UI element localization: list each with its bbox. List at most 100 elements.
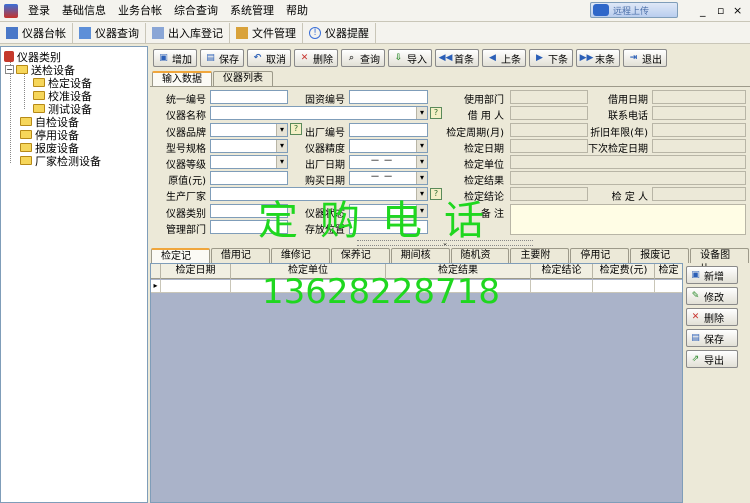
remark-field[interactable] — [510, 204, 746, 235]
label-brand: 仪器品牌 — [166, 128, 206, 139]
exit-button[interactable]: ⇥ 退出 — [623, 49, 667, 67]
tab-repair-records[interactable]: 维修记录 — [270, 248, 330, 275]
module-instrument-ledger[interactable]: 仪器台帐 — [0, 22, 73, 43]
prev-button-label: 上条 — [501, 54, 521, 66]
model-select[interactable] — [210, 139, 288, 153]
delete-button-label: 删除 — [313, 54, 333, 66]
tab-borrow-records[interactable]: 借用记录 — [210, 248, 270, 275]
add-button[interactable]: ▣ 增加 — [153, 49, 197, 67]
label-precision: 仪器精度 — [305, 144, 345, 155]
pick-name-icon[interactable]: ? — [430, 107, 442, 119]
prev-icon: ◀ — [489, 53, 496, 63]
factory-date-input[interactable]: － － — [349, 155, 428, 169]
menu-login[interactable]: 登录 — [22, 0, 56, 22]
table-cell[interactable] — [161, 280, 231, 293]
tab-maintenance-records[interactable]: 保养记录 — [330, 248, 390, 275]
first-record-button[interactable]: ◀◀ 首条 — [435, 49, 479, 67]
borrow-date-field[interactable] — [652, 90, 746, 104]
col-cal-more[interactable]: 检定 — [655, 264, 682, 279]
tab-period-check[interactable]: 期间核查 — [390, 248, 450, 275]
label-borrow-date: 借用日期 — [608, 95, 648, 106]
inspector-field[interactable] — [652, 187, 746, 201]
cal-date-field[interactable] — [510, 139, 588, 153]
menu-system[interactable]: 系统管理 — [224, 0, 280, 22]
label-grade: 仪器等级 — [166, 160, 206, 171]
table-cell[interactable] — [655, 280, 682, 293]
depreciation-field[interactable] — [652, 123, 746, 137]
tab-accessories[interactable]: 主要附件 — [510, 248, 570, 275]
tab-device-images[interactable]: 设备图片 — [690, 248, 750, 275]
reminder-icon: ! — [309, 26, 321, 39]
col-cal-fee[interactable]: 检定费(元) — [593, 264, 655, 279]
module-instrument-reminder[interactable]: ! 仪器提醒 — [303, 22, 376, 43]
col-cal-conclusion[interactable]: 检定结论 — [531, 264, 593, 279]
cancel-button-label: 取消 — [266, 54, 286, 66]
export-icon: ⇗ — [691, 354, 700, 364]
cal-result-field[interactable] — [510, 171, 746, 185]
tab-attached-docs[interactable]: 随机资料 — [450, 248, 510, 275]
precision-select[interactable] — [349, 139, 428, 153]
grid-edit-button[interactable]: ✎ 修改 — [686, 287, 738, 305]
next-record-button[interactable]: ▶ 下条 — [529, 49, 573, 67]
menu-business-ledger[interactable]: 业务台帐 — [112, 0, 168, 22]
register-icon — [152, 26, 164, 39]
cal-unit-field[interactable] — [510, 155, 746, 169]
grid-edit-label: 修改 — [704, 292, 724, 304]
close-button[interactable]: × — [733, 4, 742, 17]
table-cell[interactable] — [593, 280, 655, 293]
grid-export-button[interactable]: ⇗ 导出 — [686, 350, 738, 368]
menu-query[interactable]: 综合查询 — [168, 0, 224, 22]
panel-splitter[interactable]: ⌄ — [357, 240, 533, 247]
grid-save-button[interactable]: ▤ 保存 — [686, 329, 738, 347]
tree-item-factory-test[interactable]: 厂家检测设备 — [20, 154, 101, 168]
last-record-button[interactable]: ▶▶ 末条 — [576, 49, 620, 67]
unified-no-input[interactable] — [210, 90, 288, 104]
cycle-field[interactable] — [510, 123, 588, 137]
cancel-button[interactable]: ↶ 取消 — [247, 49, 291, 67]
tab-disable-records[interactable]: 停用记录 — [570, 248, 630, 275]
import-button[interactable]: ⇩ 导入 — [388, 49, 432, 67]
table-cell[interactable] — [531, 280, 593, 293]
borrower-field[interactable] — [510, 106, 588, 120]
next-cal-field[interactable] — [652, 139, 746, 153]
delete-button[interactable]: ✕ 删除 — [294, 49, 338, 67]
tab-entry-data[interactable]: 输入数据 — [152, 71, 212, 86]
brand-select[interactable] — [210, 123, 288, 137]
remote-upload-button[interactable]: 远程上传 — [590, 2, 678, 18]
row-indicator-header — [151, 264, 161, 279]
col-cal-date[interactable]: 检定日期 — [161, 264, 231, 279]
module-instrument-query[interactable]: 仪器查询 — [73, 22, 146, 43]
module-file-management[interactable]: 文件管理 — [230, 22, 303, 43]
tab-instrument-list[interactable]: 仪器列表 — [213, 71, 273, 86]
grade-select[interactable] — [210, 155, 288, 169]
purchase-date-input[interactable]: － － — [349, 171, 428, 185]
module-inout-register[interactable]: 出入库登记 — [146, 22, 230, 43]
category-tree[interactable]: 仪器类别 − 送检设备 检定设备 校准设备 测试设备 自检设备 停用设备 报废设… — [0, 46, 148, 503]
save-button[interactable]: ▤ 保存 — [200, 49, 244, 67]
menu-basic-info[interactable]: 基础信息 — [56, 0, 112, 22]
dept-field[interactable] — [510, 90, 588, 104]
pick-brand-icon[interactable]: ? — [290, 123, 302, 135]
asset-no-input[interactable] — [349, 90, 428, 104]
grid-add-button[interactable]: ▣ 新增 — [686, 266, 738, 284]
folder-icon — [20, 143, 32, 152]
menu-help[interactable]: 帮助 — [280, 0, 314, 22]
name-select[interactable] — [210, 106, 428, 120]
watermark-order-phone: 定购电话 — [258, 198, 506, 244]
tree-item-label: 厂家检测设备 — [35, 154, 101, 168]
prev-record-button[interactable]: ◀ 上条 — [482, 49, 526, 67]
minimize-button[interactable]: _ — [700, 4, 706, 17]
factory-no-input[interactable] — [349, 123, 428, 137]
label-maker: 生产厂家 — [166, 192, 206, 203]
collapse-icon[interactable]: − — [5, 65, 14, 74]
import-icon: ⇩ — [394, 53, 403, 63]
restore-button[interactable]: ▫ — [717, 4, 724, 17]
query-button[interactable]: ⌕ 查询 — [341, 49, 385, 67]
save-icon: ▤ — [691, 333, 700, 343]
grid-delete-button[interactable]: ✕ 删除 — [686, 308, 738, 326]
tab-calibration-records[interactable]: 检定记录 — [151, 248, 210, 276]
phone-field[interactable] — [652, 106, 746, 120]
cal-conclusion-field[interactable] — [510, 187, 588, 201]
price-input[interactable] — [210, 171, 288, 185]
tab-scrap-records[interactable]: 报废记录 — [630, 248, 690, 275]
